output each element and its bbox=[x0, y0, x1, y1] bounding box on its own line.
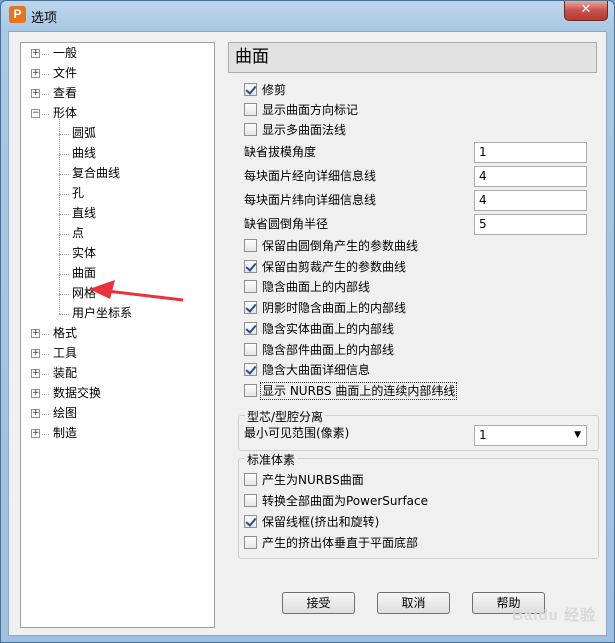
numeric-input[interactable]: 4 bbox=[474, 190, 587, 211]
numeric-input[interactable]: 5 bbox=[474, 214, 587, 235]
watermark-logo: Baidu 经验 bbox=[512, 607, 596, 624]
checkbox-checked[interactable] bbox=[244, 83, 257, 96]
checkbox-label: 保留由剪裁产生的参数曲线 bbox=[262, 259, 407, 274]
checkbox-label: 显示多曲面法线 bbox=[262, 123, 347, 137]
checkbox-unchecked[interactable] bbox=[244, 103, 257, 116]
checkbox-unchecked[interactable] bbox=[244, 342, 257, 356]
checkbox-label: 产生的挤出体垂直于平面底部 bbox=[262, 536, 419, 550]
numeric-input[interactable]: 1 bbox=[474, 142, 587, 163]
accept-button[interactable]: 接受 bbox=[282, 592, 355, 614]
checkbox-label: 修剪 bbox=[262, 83, 287, 97]
checkbox-checked[interactable] bbox=[244, 321, 257, 335]
checkbox-row[interactable]: 隐含大曲面详细信息 bbox=[244, 361, 370, 379]
checkbox-checked[interactable] bbox=[244, 301, 257, 315]
dialog-body: + 一般 + 文件 + 查看 − 形体 圆弧 曲线 复合曲线孔直线点实体 曲面 网格 用户坐标系 + 格式 + 工… bbox=[8, 31, 607, 636]
checkbox-checked[interactable] bbox=[244, 259, 257, 273]
checkbox-unchecked[interactable] bbox=[244, 536, 257, 549]
checkbox-row[interactable]: 显示 NURBS 曲面上的连续内部纬线 bbox=[244, 381, 458, 400]
chevron-down-icon[interactable]: ▼ bbox=[574, 426, 581, 445]
standard-body-title: 标准体素 bbox=[245, 453, 298, 467]
app-logo-icon: P bbox=[9, 6, 26, 23]
field-label: 每块面片纬向详细信息线 bbox=[244, 193, 377, 207]
field-label: 每块面片经向详细信息线 bbox=[244, 169, 377, 183]
checkbox-label: 转换全部曲面为PowerSurface bbox=[262, 494, 428, 508]
checkbox-label: 隐含部件曲面上的内部线 bbox=[262, 342, 395, 357]
checkbox-row[interactable]: 显示曲面方向标记 bbox=[244, 101, 358, 119]
checkbox-row[interactable]: 产生的挤出体垂直于平面底部 bbox=[244, 534, 418, 552]
checkbox-label: 隐含实体曲面上的内部线 bbox=[262, 321, 395, 336]
checkbox-row[interactable]: 显示多曲面法线 bbox=[244, 121, 346, 139]
options-dialog: P 选项 ✕ + 一般 + 文件 + 查看 − 形体 圆弧 曲线 复合曲线孔直线点实体 曲面 网格 用户坐… bbox=[0, 0, 615, 643]
numeric-input[interactable]: 4 bbox=[474, 166, 587, 187]
core-cavity-title: 型芯/型腔分离 bbox=[245, 410, 326, 424]
cancel-button[interactable]: 取消 bbox=[377, 592, 450, 614]
checkbox-row[interactable]: 保留线框(挤出和旋转) bbox=[244, 513, 379, 531]
checkbox-row[interactable]: 产生为NURBS曲面 bbox=[244, 471, 364, 489]
checkbox-checked[interactable] bbox=[244, 363, 257, 377]
checkbox-label: 阴影时隐含曲面上的内部线 bbox=[262, 301, 407, 316]
dialog-title: 选项 bbox=[31, 11, 58, 26]
checkbox-row[interactable]: 转换全部曲面为PowerSurface bbox=[244, 492, 428, 510]
checkbox-label: 产生为NURBS曲面 bbox=[262, 473, 364, 487]
checkbox-row[interactable]: 保留由剪裁产生的参数曲线 bbox=[244, 258, 406, 276]
checkbox-label: 显示 NURBS 曲面上的连续内部纬线 bbox=[259, 381, 458, 400]
checkbox-unchecked[interactable] bbox=[244, 123, 257, 136]
checkbox-label: 隐含大曲面详细信息 bbox=[262, 363, 371, 378]
checkbox-label: 显示曲面方向标记 bbox=[262, 103, 359, 117]
panel-title: 曲面 bbox=[228, 42, 597, 73]
title-bar[interactable]: P 选项 ✕ bbox=[1, 1, 614, 31]
checkbox-checked[interactable] bbox=[244, 515, 257, 528]
min-visible-range-select[interactable]: 1 ▼ bbox=[474, 425, 587, 446]
checkbox-unchecked[interactable] bbox=[244, 239, 257, 252]
checkbox-label: 保留由圆倒角产生的参数曲线 bbox=[262, 239, 419, 253]
min-visible-range-label: 最小可见范围(像素) bbox=[244, 426, 350, 440]
close-button[interactable]: ✕ bbox=[564, 1, 608, 21]
checkbox-row[interactable]: 隐含实体曲面上的内部线 bbox=[244, 320, 394, 338]
checkbox-row[interactable]: 隐含曲面上的内部线 bbox=[244, 278, 370, 296]
field-label: 缺省拔模角度 bbox=[244, 145, 317, 159]
checkbox-row[interactable]: 保留由圆倒角产生的参数曲线 bbox=[244, 237, 418, 255]
min-visible-range-value: 1 bbox=[479, 428, 487, 442]
checkbox-unchecked[interactable] bbox=[244, 280, 257, 294]
checkbox-unchecked[interactable] bbox=[244, 494, 257, 507]
checkbox-unchecked[interactable] bbox=[244, 473, 257, 486]
checkbox-row[interactable]: 阴影时隐含曲面上的内部线 bbox=[244, 299, 406, 317]
checkbox-row[interactable]: 隐含部件曲面上的内部线 bbox=[244, 341, 394, 359]
checkbox-label: 保留线框(挤出和旋转) bbox=[262, 515, 380, 529]
checkbox-row[interactable]: 修剪 bbox=[244, 81, 286, 99]
checkbox-label: 隐含曲面上的内部线 bbox=[262, 280, 371, 295]
field-label: 缺省圆倒角半径 bbox=[244, 217, 329, 231]
checkbox-unchecked[interactable] bbox=[244, 383, 257, 397]
